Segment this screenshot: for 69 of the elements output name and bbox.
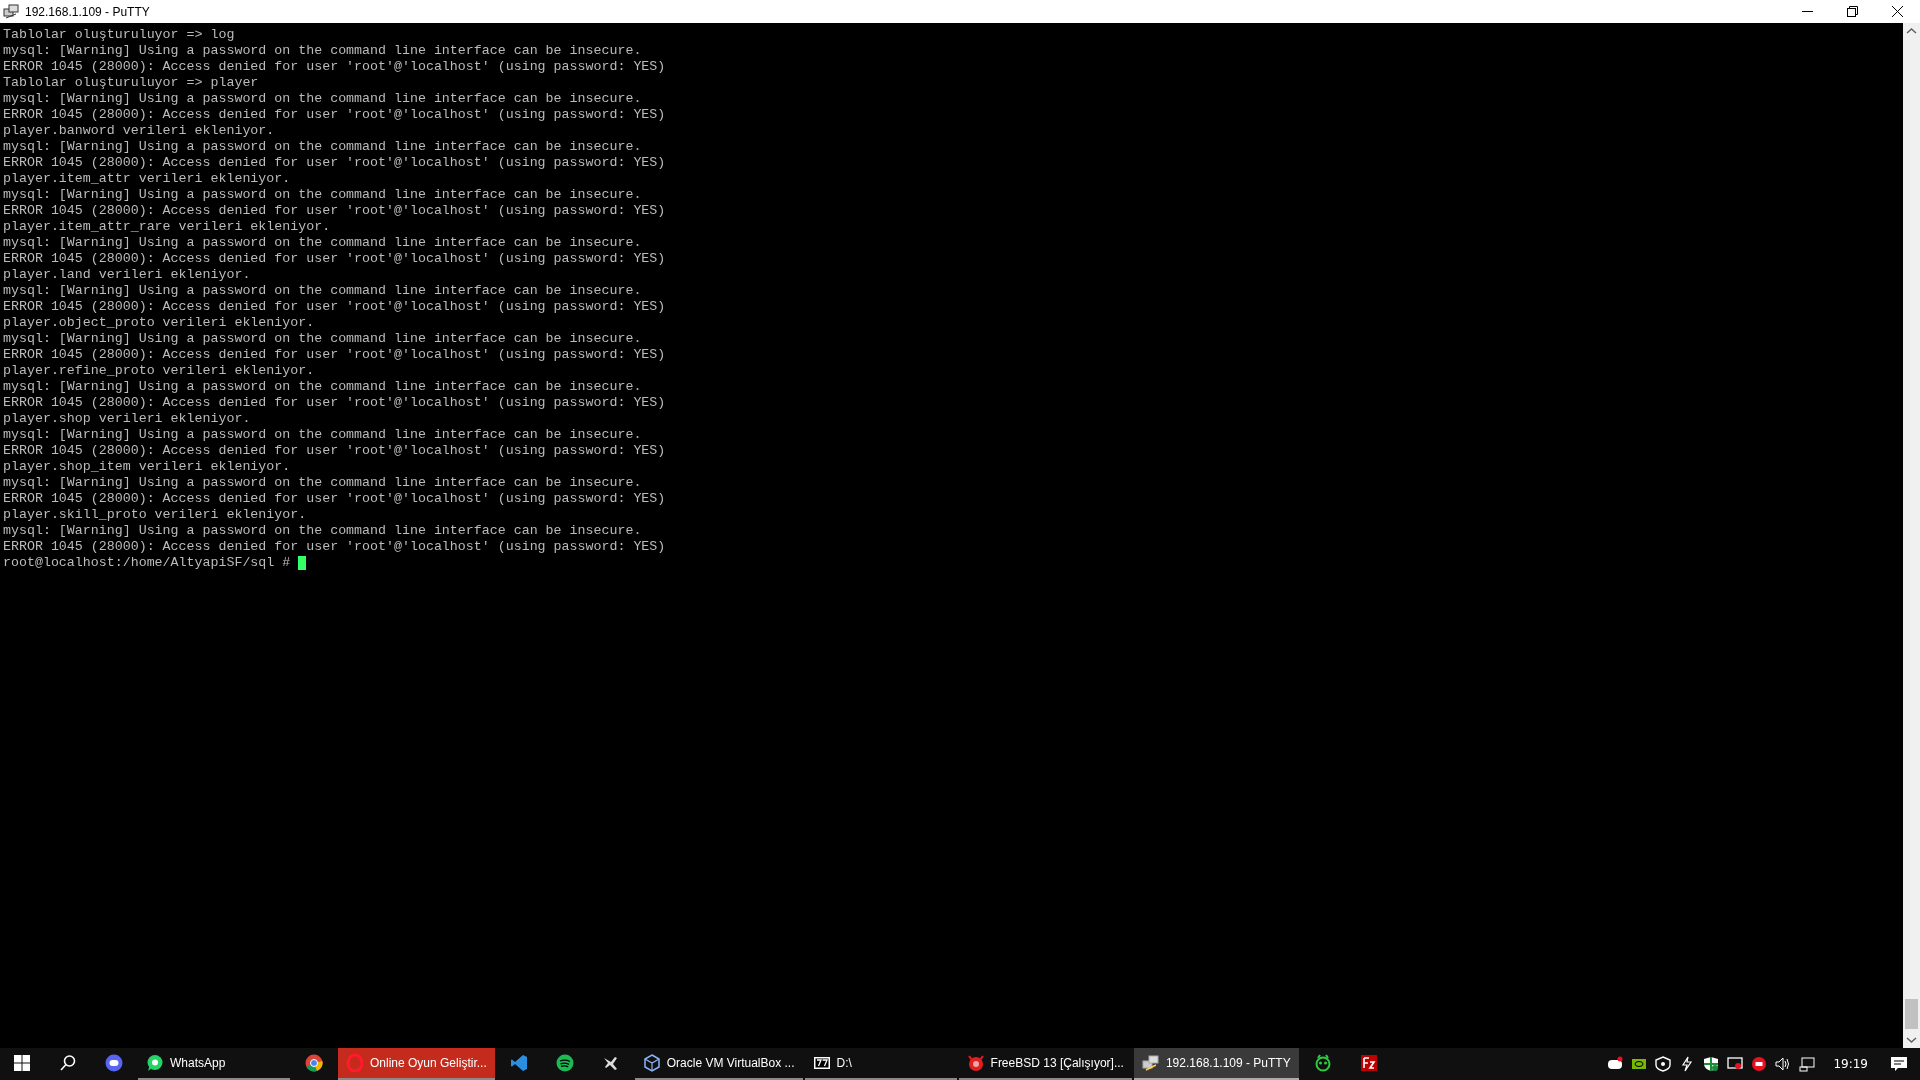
archive-icon <box>812 1054 831 1072</box>
terminal-line: player.land verileri ekleniyor. <box>3 267 251 283</box>
terminal-line: player.skill_proto verileri ekleniyor. <box>3 507 307 523</box>
taskbar-button[interactable]: Oracle VM VirtualBox ... <box>634 1048 803 1080</box>
record-badge-icon[interactable] <box>1751 1056 1768 1072</box>
terminal-line: ERROR 1045 (28000): Access denied for user 'root'@'localhost' (using password: YES) <box>3 491 666 507</box>
taskbar-button[interactable]: 192.168.1.109 - PuTTY <box>1133 1048 1299 1080</box>
terminal-line: ERROR 1045 (28000): Access denied for user 'root'@'localhost' (using password: YES) <box>3 203 666 219</box>
terminal-line: mysql: [Warning] Using a password on the command line interface can be insecure. <box>3 187 642 203</box>
terminal-line: mysql: [Warning] Using a password on the command line interface can be insecure. <box>3 475 642 491</box>
terminal-line: player.object_proto verileri ekleniyor. <box>3 315 315 331</box>
cube-icon <box>642 1054 661 1072</box>
terminal-line: ERROR 1045 (28000): Access denied for user 'root'@'localhost' (using password: YES) <box>3 59 666 75</box>
terminal-line: mysql: [Warning] Using a password on the command line interface can be insecure. <box>3 283 642 299</box>
restore-icon <box>1847 6 1858 17</box>
notification-icon[interactable] <box>1890 1056 1908 1072</box>
terminal-line: mysql: [Warning] Using a password on the command line interface can be insecure. <box>3 91 642 107</box>
terminal-line: mysql: [Warning] Using a password on the command line interface can be insecure. <box>3 43 642 59</box>
shield-icon[interactable] <box>1655 1056 1672 1072</box>
music-circle-icon <box>555 1054 574 1072</box>
terminal-line: mysql: [Warning] Using a password on the command line interface can be insecure. <box>3 427 642 443</box>
eye-logo-icon[interactable] <box>1631 1056 1648 1072</box>
terminal-icon <box>1141 1054 1160 1072</box>
browser-ball-icon <box>305 1054 323 1072</box>
terminal-line: ERROR 1045 (28000): Access denied for user 'root'@'localhost' (using password: YES) <box>3 251 666 267</box>
terminal-line: Tablolar oluşturuluyor => player <box>3 75 259 91</box>
window-title: 192.168.1.109 - PuTTY <box>25 4 150 19</box>
close-icon <box>1892 6 1903 17</box>
terminal-line: player.item_attr verileri ekleniyor. <box>3 171 291 187</box>
taskbar-button[interactable]: D:\ <box>804 1048 957 1080</box>
game-controller-icon[interactable] <box>1607 1056 1624 1072</box>
network-icon[interactable] <box>1799 1056 1816 1072</box>
terminal-line: player.shop_item verileri ekleniyor. <box>3 459 291 475</box>
terminal-icon <box>3 3 19 20</box>
shield-check-icon[interactable] <box>1703 1056 1720 1072</box>
scrollbar[interactable] <box>1903 23 1920 1048</box>
terminal-line: player.refine_proto verileri ekleniyor. <box>3 363 315 379</box>
terminal-line: ERROR 1045 (28000): Access denied for user 'root'@'localhost' (using password: YES) <box>3 347 666 363</box>
text-cursor <box>298 556 307 570</box>
terminal-line: ERROR 1045 (28000): Access denied for user 'root'@'localhost' (using password: YES) <box>3 395 666 411</box>
monitor-icon[interactable] <box>1727 1056 1744 1072</box>
terminal-line: player.banword verileri ekleniyor. <box>3 123 275 139</box>
face-logo-icon <box>1313 1054 1332 1072</box>
filezilla-icon <box>1359 1054 1378 1072</box>
terminal-line: player.shop verileri ekleniyor. <box>3 411 251 427</box>
terminal-line: mysql: [Warning] Using a password on the command line interface can be insecure. <box>3 139 642 155</box>
devil-icon <box>966 1054 985 1072</box>
terminal-line: ERROR 1045 (28000): Access denied for user 'root'@'localhost' (using password: YES) <box>3 299 666 315</box>
chat-bubble-icon <box>146 1054 164 1072</box>
terminal-line: mysql: [Warning] Using a password on the command line interface can be insecure. <box>3 331 642 347</box>
taskbar-button[interactable]: FreeBSD 13 [Çalışıyor]... <box>958 1048 1132 1080</box>
terminal-line: player.item_attr_rare verileri ekleniyor. <box>3 219 331 235</box>
terminal-line: ERROR 1045 (28000): Access denied for user 'root'@'localhost' (using password: YES) <box>3 443 666 459</box>
taskbar-button[interactable]: Online Oyun Geliştir... <box>338 1048 495 1080</box>
clock-time[interactable]: 19:19 <box>1833 1057 1868 1071</box>
terminal-line: mysql: [Warning] Using a password on the command line interface can be insecure. <box>3 523 642 539</box>
terminal-line: ERROR 1045 (28000): Access denied for user 'root'@'localhost' (using password: YES) <box>3 155 666 171</box>
ring-icon <box>346 1054 364 1072</box>
taskbar-button[interactable]: WhatsApp <box>138 1048 290 1080</box>
speaker-icon[interactable] <box>1775 1056 1792 1072</box>
terminal-line: mysql: [Warning] Using a password on the command line interface can be insecure. <box>3 235 642 251</box>
terminal-line: ERROR 1045 (28000): Access denied for user 'root'@'localhost' (using password: YES) <box>3 539 666 555</box>
game-controller-icon <box>105 1054 123 1072</box>
terminal-line: ERROR 1045 (28000): Access denied for user 'root'@'localhost' (using password: YES) <box>3 107 666 123</box>
shell-prompt: root@localhost:/home/AltyapiSF/sql # <box>3 555 291 571</box>
scrollbar-thumb[interactable] <box>1905 999 1918 1029</box>
terminal-line: mysql: [Warning] Using a password on the command line interface can be insecure. <box>3 379 642 395</box>
terminal-line: Tablolar oluşturuluyor => log <box>3 27 235 43</box>
code-editor-icon <box>509 1054 528 1072</box>
